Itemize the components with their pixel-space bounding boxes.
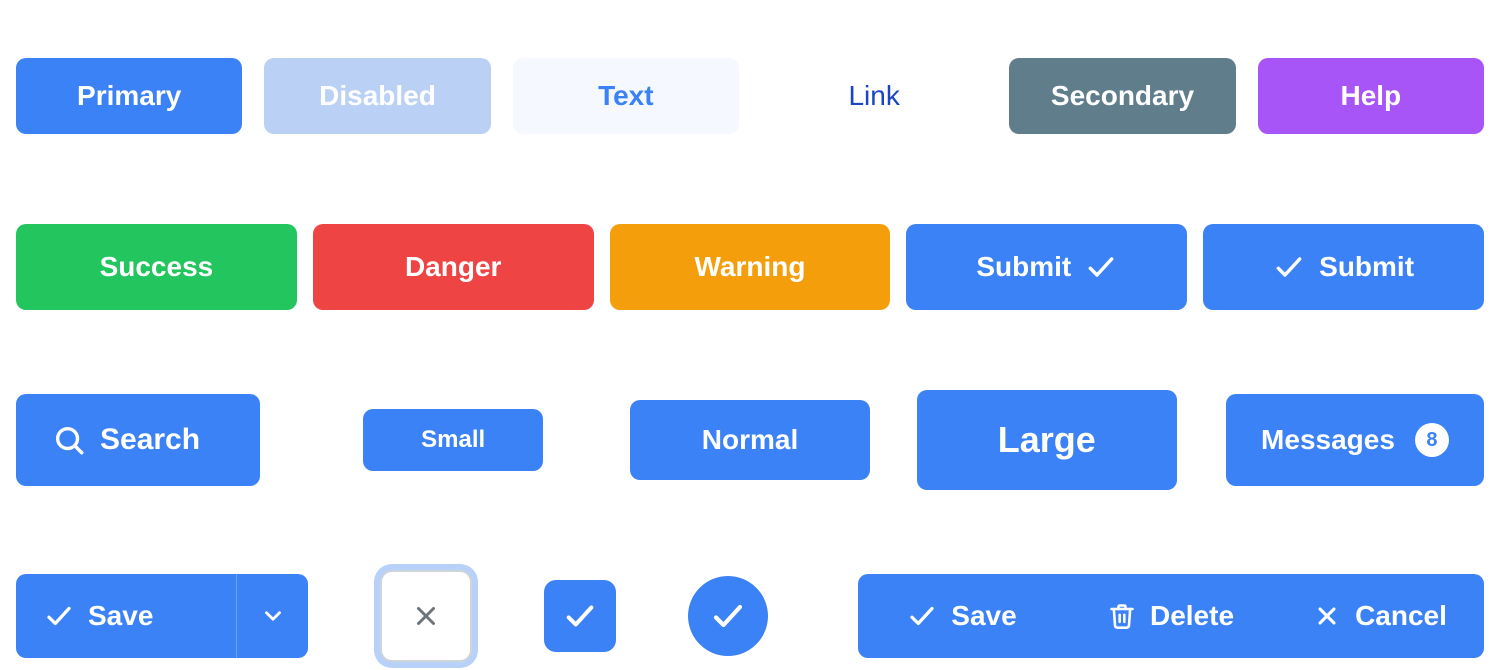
chevron-down-icon [260,603,286,629]
check-icon [1273,251,1305,283]
danger-button[interactable]: Danger [313,224,594,310]
button-row-sizes: Search Small Normal Large Messages 8 [16,390,1484,490]
small-button-label: Small [421,426,485,454]
submit-button-icon-left[interactable]: Submit [1203,224,1484,310]
button-set-cancel[interactable]: Cancel [1275,574,1484,658]
success-button-label: Success [100,251,214,283]
close-icon [411,601,441,631]
search-icon [52,423,86,457]
text-button[interactable]: Text [513,58,739,134]
link-button-label: Link [848,80,899,112]
large-button-label: Large [998,419,1096,461]
button-set-cancel-label: Cancel [1355,600,1447,632]
submit-button-label: Submit [1319,251,1414,283]
warning-button-label: Warning [695,251,806,283]
button-set-delete-label: Delete [1150,600,1234,632]
button-set: Save Delete Cancel [858,574,1484,658]
split-button-save-label: Save [88,600,153,632]
trash-icon [1108,602,1136,630]
success-button[interactable]: Success [16,224,297,310]
check-icon [1085,251,1117,283]
button-row-severity: Primary Disabled Text Link Secondary Hel… [16,58,1484,134]
messages-button[interactable]: Messages 8 [1226,394,1484,486]
link-button[interactable]: Link [761,58,987,134]
split-button-save[interactable]: Save [16,574,236,658]
normal-button[interactable]: Normal [630,400,870,480]
submit-button-icon-right[interactable]: Submit [906,224,1187,310]
close-button-outlined[interactable] [380,570,472,662]
help-button[interactable]: Help [1258,58,1484,134]
submit-button-label: Submit [976,251,1071,283]
search-button[interactable]: Search [16,394,260,486]
split-button: Save [16,574,308,658]
close-icon [1313,602,1341,630]
disabled-button: Disabled [264,58,490,134]
button-set-save[interactable]: Save [858,574,1066,658]
messages-button-label: Messages [1261,424,1395,456]
confirm-icon-button-round[interactable] [688,576,768,656]
normal-button-label: Normal [702,424,798,456]
primary-button-label: Primary [77,80,181,112]
large-button[interactable]: Large [917,390,1177,490]
check-icon [907,601,937,631]
help-button-label: Help [1340,80,1401,112]
secondary-button[interactable]: Secondary [1009,58,1235,134]
messages-badge: 8 [1415,423,1449,457]
secondary-button-label: Secondary [1051,80,1194,112]
button-row-groups: Save Save [16,570,1484,662]
messages-badge-count: 8 [1426,429,1437,452]
check-icon [710,598,746,634]
warning-button[interactable]: Warning [610,224,891,310]
split-button-dropdown[interactable] [236,574,308,658]
button-set-save-label: Save [951,600,1016,632]
search-button-label: Search [100,423,200,457]
check-icon [563,599,597,633]
danger-button-label: Danger [405,251,501,283]
confirm-icon-button-square[interactable] [544,580,616,652]
text-button-label: Text [598,80,654,112]
check-icon [44,601,74,631]
disabled-button-label: Disabled [319,80,436,112]
button-set-delete[interactable]: Delete [1066,574,1275,658]
small-button[interactable]: Small [363,409,543,471]
primary-button[interactable]: Primary [16,58,242,134]
button-row-status: Success Danger Warning Submit Submit [16,224,1484,310]
